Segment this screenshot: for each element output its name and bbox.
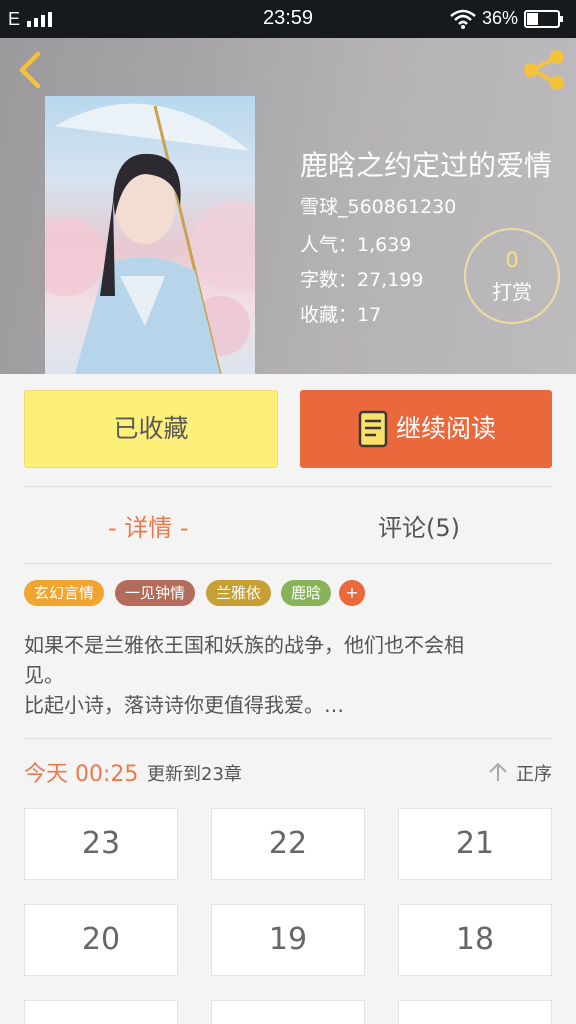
popularity-stat: 人气：1,639 — [300, 234, 412, 256]
divider — [24, 738, 552, 739]
status-bar: E 23:59 36% — [0, 0, 576, 38]
continue-reading-label: 继续阅读 — [396, 414, 497, 443]
chapter-cell[interactable]: 20 — [24, 904, 178, 976]
sort-button[interactable]: 正序 — [488, 758, 552, 786]
chapter-cell[interactable]: 19 — [211, 904, 365, 976]
battery-icon — [524, 10, 563, 28]
author-name[interactable]: 雪球_560861230 — [300, 192, 456, 219]
book-icon — [358, 410, 388, 448]
book-cover[interactable] — [45, 96, 255, 374]
chapter-cell[interactable] — [24, 1000, 178, 1024]
tab-bar: - 详情 - 评论(5) — [0, 490, 576, 560]
tip-button[interactable]: 0 打赏 — [464, 228, 560, 324]
chapter-cell[interactable]: 22 — [211, 808, 365, 880]
update-text: 更新到23章 — [147, 764, 242, 785]
wifi-icon — [450, 9, 476, 29]
share-icon[interactable] — [520, 48, 568, 92]
tag-item[interactable]: 一见钟情 — [115, 580, 196, 606]
sort-label: 正序 — [516, 764, 552, 785]
cover-illustration — [45, 103, 255, 374]
book-header: 鹿晗之约定过的爱情 雪球_560861230 人气：1,639 字数：27,19… — [0, 38, 576, 374]
chapter-cell[interactable] — [398, 1000, 552, 1024]
collected-button[interactable]: 已收藏 — [24, 390, 278, 468]
synopsis-line: 比起小诗，落诗诗你更值得我爱。… — [24, 693, 344, 717]
back-arrow-icon[interactable] — [12, 50, 48, 90]
add-tag-button[interactable]: + — [339, 580, 365, 606]
update-time: 今天 00:25 — [24, 762, 139, 787]
divider — [24, 486, 552, 487]
arrow-up-icon — [489, 762, 507, 781]
divider — [24, 563, 552, 564]
word-count-stat: 字数：27,199 — [300, 269, 424, 291]
collection-stat: 收藏：17 — [300, 304, 382, 326]
tag-item[interactable]: 兰雅依 — [206, 580, 272, 606]
continue-reading-button[interactable]: 继续阅读 — [300, 390, 552, 468]
synopsis[interactable]: 如果不是兰雅依王国和妖族的战争，他们也不会相 见。 比起小诗，落诗诗你更值得我爱… — [24, 630, 554, 720]
synopsis-line: 如果不是兰雅依王国和妖族的战争，他们也不会相 — [24, 633, 464, 657]
tab-comments[interactable]: 评论(5) — [378, 508, 460, 543]
tag-item[interactable]: 玄幻言情 — [24, 580, 105, 606]
update-row: 今天 00:25 更新到23章 正序 — [24, 754, 552, 790]
tag-item[interactable]: 鹿晗 — [281, 580, 332, 606]
tab-details[interactable]: - 详情 - — [108, 508, 189, 543]
chapter-cell[interactable]: 18 — [398, 904, 552, 976]
chapter-cell[interactable]: 23 — [24, 808, 178, 880]
tip-label: 打赏 — [492, 280, 532, 304]
synopsis-line: 见。 — [24, 663, 64, 687]
chapter-cell[interactable]: 21 — [398, 808, 552, 880]
tip-count: 0 — [505, 248, 519, 272]
battery-percent: 36% — [482, 8, 519, 28]
chapter-cell[interactable] — [211, 1000, 365, 1024]
book-title: 鹿晗之约定过的爱情 — [300, 149, 553, 182]
